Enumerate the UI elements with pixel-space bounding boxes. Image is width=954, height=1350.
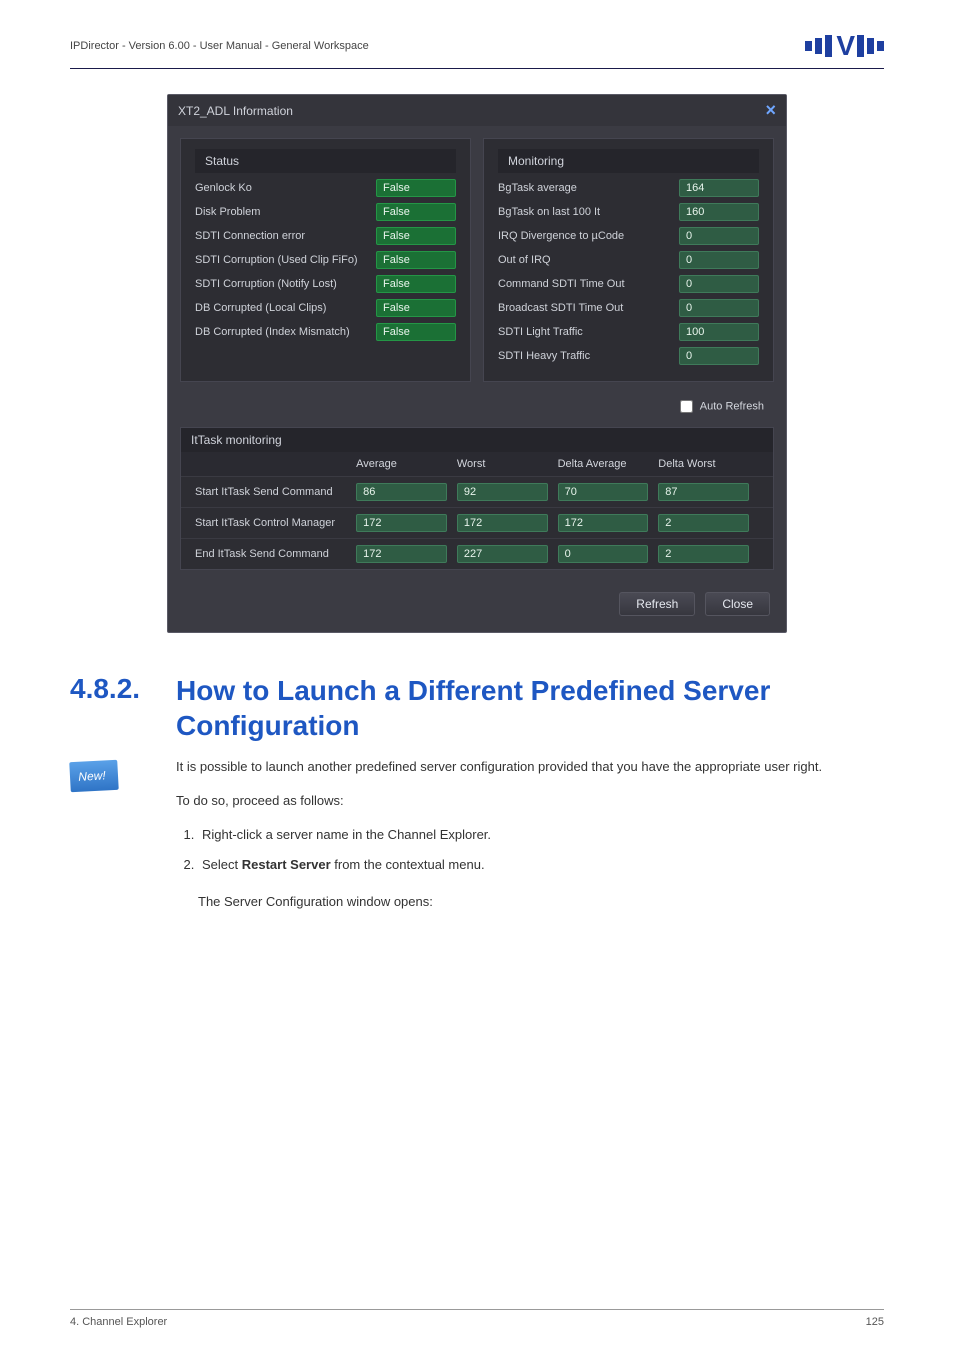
row-name: Start ItTask Control Manager (195, 517, 356, 529)
row-name: End ItTask Send Command (195, 548, 356, 560)
monitoring-value: 0 (679, 347, 759, 365)
monitoring-value: 0 (679, 275, 759, 293)
cell-value: 227 (457, 545, 548, 563)
footer-page-number: 125 (866, 1316, 884, 1328)
cell-value: 87 (658, 483, 749, 501)
col-worst: Worst (457, 458, 558, 470)
status-label: DB Corrupted (Local Clips) (195, 302, 376, 314)
page-header: IPDirector - Version 6.00 - User Manual … (70, 30, 884, 69)
new-badge: New! (69, 760, 119, 792)
monitoring-label: Broadcast SDTI Time Out (498, 302, 679, 314)
refresh-button[interactable]: Refresh (619, 592, 695, 616)
monitoring-value: 0 (679, 251, 759, 269)
table-row: Start ItTask Send Command 86 92 70 87 (181, 476, 773, 507)
cell-value: 172 (356, 545, 447, 563)
cell-value: 92 (457, 483, 548, 501)
status-value: False (376, 251, 456, 269)
status-label: Genlock Ko (195, 182, 376, 194)
evs-logo: V (805, 30, 884, 62)
col-delta-worst: Delta Worst (658, 458, 759, 470)
col-delta-average: Delta Average (558, 458, 659, 470)
information-dialog: XT2_ADL Information × Status Genlock KoF… (167, 94, 787, 633)
body-paragraph: The Server Configuration window opens: (198, 892, 884, 912)
dialog-titlebar: XT2_ADL Information × (168, 95, 786, 126)
monitoring-value: 160 (679, 203, 759, 221)
auto-refresh-label: Auto Refresh (700, 400, 764, 412)
close-icon[interactable]: × (765, 100, 776, 121)
status-label: SDTI Connection error (195, 230, 376, 242)
table-row: Start ItTask Control Manager 172 172 172… (181, 507, 773, 538)
monitoring-label: BgTask on last 100 It (498, 206, 679, 218)
status-value: False (376, 227, 456, 245)
list-item: Select Restart Server from the contextua… (198, 855, 884, 875)
monitoring-value: 0 (679, 299, 759, 317)
footer-left: 4. Channel Explorer (70, 1316, 167, 1328)
section-title: How to Launch a Different Predefined Ser… (176, 673, 844, 743)
monitoring-label: SDTI Light Traffic (498, 326, 679, 338)
cell-value: 2 (658, 514, 749, 532)
status-panel-header: Status (195, 149, 456, 173)
cell-value: 172 (457, 514, 548, 532)
status-label: SDTI Corruption (Notify Lost) (195, 278, 376, 290)
monitoring-label: IRQ Divergence to µCode (498, 230, 679, 242)
monitoring-label: BgTask average (498, 182, 679, 194)
cell-value: 172 (558, 514, 649, 532)
cell-value: 70 (558, 483, 649, 501)
ittask-panel-header: ItTask monitoring (181, 428, 773, 452)
monitoring-label: Out of IRQ (498, 254, 679, 266)
monitoring-label: SDTI Heavy Traffic (498, 350, 679, 362)
monitoring-value: 100 (679, 323, 759, 341)
auto-refresh-checkbox[interactable] (680, 400, 693, 413)
body-paragraph: To do so, proceed as follows: (176, 791, 884, 811)
monitoring-value: 0 (679, 227, 759, 245)
cell-value: 86 (356, 483, 447, 501)
row-name: Start ItTask Send Command (195, 486, 356, 498)
product-line: IPDirector - Version 6.00 - User Manual … (70, 40, 369, 52)
status-value: False (376, 299, 456, 317)
col-average: Average (356, 458, 457, 470)
status-label: SDTI Corruption (Used Clip FiFo) (195, 254, 376, 266)
monitoring-value: 164 (679, 179, 759, 197)
status-value: False (376, 203, 456, 221)
dialog-title-text: XT2_ADL Information (178, 104, 293, 118)
cell-value: 0 (558, 545, 649, 563)
page-footer: 4. Channel Explorer 125 (70, 1309, 884, 1328)
cell-value: 2 (658, 545, 749, 563)
status-label: DB Corrupted (Index Mismatch) (195, 326, 376, 338)
section-number: 4.8.2. (70, 673, 158, 743)
cell-value: 172 (356, 514, 447, 532)
body-paragraph: It is possible to launch another predefi… (176, 757, 884, 777)
table-row: End ItTask Send Command 172 227 0 2 (181, 538, 773, 569)
close-button[interactable]: Close (705, 592, 770, 616)
monitoring-panel-header: Monitoring (498, 149, 759, 173)
list-item: Right-click a server name in the Channel… (198, 825, 884, 845)
status-value: False (376, 323, 456, 341)
status-label: Disk Problem (195, 206, 376, 218)
monitoring-label: Command SDTI Time Out (498, 278, 679, 290)
status-value: False (376, 275, 456, 293)
status-value: False (376, 179, 456, 197)
